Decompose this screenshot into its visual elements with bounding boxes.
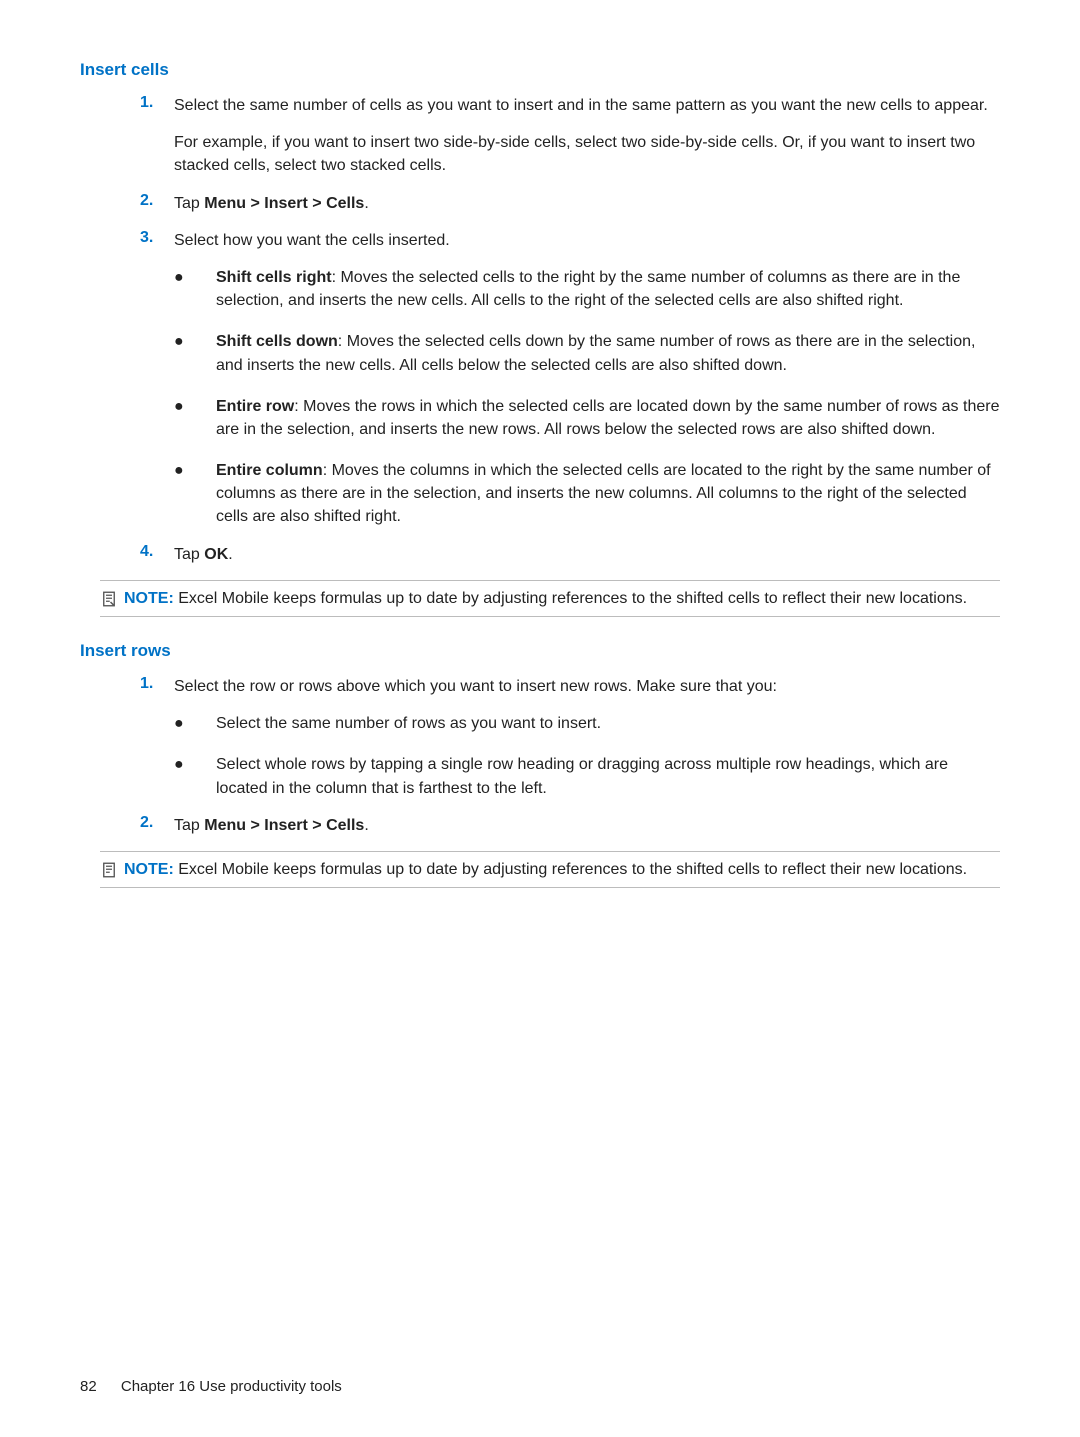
step-3-bullets: ● Shift cells right: Moves the selected … <box>174 266 1000 529</box>
bullet-dot: ● <box>174 266 216 312</box>
step-4-post: . <box>228 546 232 563</box>
bullet-rest: : Moves the columns in which the selecte… <box>216 462 991 525</box>
note-text: Excel Mobile keeps formulas up to date b… <box>178 590 967 607</box>
step-2: 2. Tap Menu > Insert > Cells. <box>140 192 1000 215</box>
heading-insert-cells: Insert cells <box>80 60 1000 80</box>
rows-step-2-bold: Menu > Insert > Cells <box>204 817 364 834</box>
step-3-intro: Select how you want the cells inserted. <box>174 229 1000 252</box>
step-1-text-b: For example, if you want to insert two s… <box>174 131 1000 177</box>
note-box-2: NOTE: Excel Mobile keeps formulas up to … <box>100 851 1000 888</box>
note-label: NOTE: <box>124 590 174 607</box>
step-number-4: 4. <box>140 543 174 566</box>
rows-step-2: 2. Tap Menu > Insert > Cells. <box>140 814 1000 837</box>
rows-bullet-1: Select the same number of rows as you wa… <box>216 712 1000 735</box>
note-text: Excel Mobile keeps formulas up to date b… <box>178 861 967 878</box>
step-1: 1. Select the same number of cells as yo… <box>140 94 1000 178</box>
rows-step-2-pre: Tap <box>174 817 204 834</box>
rows-step-1: 1. Select the row or rows above which yo… <box>140 675 1000 800</box>
bullet-dot: ● <box>174 753 216 799</box>
bullet-dot: ● <box>174 330 216 376</box>
page-number: 82 <box>80 1378 97 1395</box>
bullet-term: Shift cells down <box>216 333 338 350</box>
chapter-label: Chapter 16 Use productivity tools <box>121 1378 342 1395</box>
step-2-bold: Menu > Insert > Cells <box>204 195 364 212</box>
step-4-pre: Tap <box>174 546 204 563</box>
step-1-text-a: Select the same number of cells as you w… <box>174 94 1000 117</box>
step-number-2: 2. <box>140 192 174 215</box>
step-2-pre: Tap <box>174 195 204 212</box>
step-4: 4. Tap OK. <box>140 543 1000 566</box>
step-number-2: 2. <box>140 814 174 837</box>
step-2-post: . <box>364 195 368 212</box>
bullet-term: Shift cells right <box>216 269 332 286</box>
step-number-1: 1. <box>140 94 174 178</box>
bullet-dot: ● <box>174 459 216 529</box>
step-3: 3. Select how you want the cells inserte… <box>140 229 1000 529</box>
step-number-1: 1. <box>140 675 174 800</box>
page-footer: 82 Chapter 16 Use productivity tools <box>80 1378 342 1395</box>
bullet-dot: ● <box>174 395 216 441</box>
rows-step-1-intro: Select the row or rows above which you w… <box>174 675 1000 698</box>
note-label: NOTE: <box>124 861 174 878</box>
note-icon <box>100 590 118 608</box>
bullet-dot: ● <box>174 712 216 735</box>
note-icon <box>100 861 118 879</box>
rows-step-1-bullets: ● Select the same number of rows as you … <box>174 712 1000 800</box>
bullet-rest: : Moves the rows in which the selected c… <box>216 398 999 438</box>
step-4-bold: OK <box>204 546 228 563</box>
heading-insert-rows: Insert rows <box>80 641 1000 661</box>
bullet-term: Entire row <box>216 398 294 415</box>
rows-bullet-2: Select whole rows by tapping a single ro… <box>216 753 1000 799</box>
rows-step-2-post: . <box>364 817 368 834</box>
note-box-1: NOTE: Excel Mobile keeps formulas up to … <box>100 580 1000 617</box>
bullet-term: Entire column <box>216 462 323 479</box>
step-number-3: 3. <box>140 229 174 529</box>
